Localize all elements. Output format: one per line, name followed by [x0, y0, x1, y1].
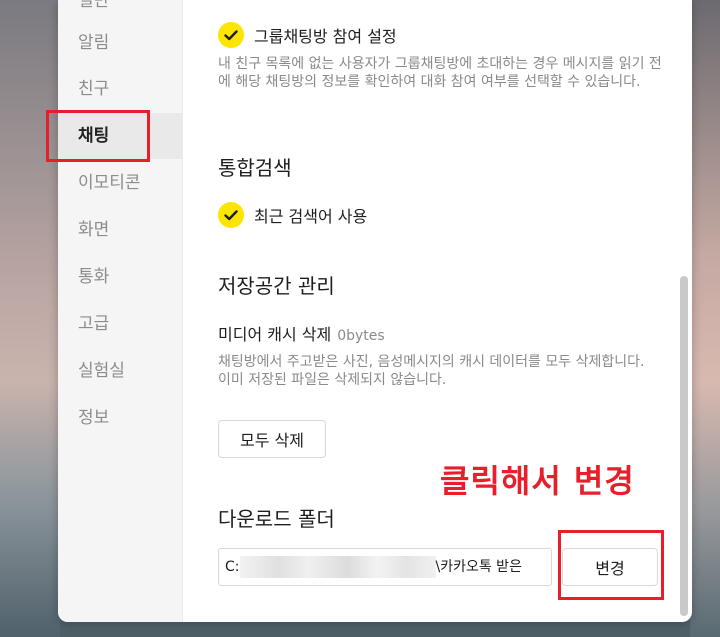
settings-sidebar: 일반 알림 친구 채팅 이모티콘 화면 통화 고급 실험실 정보 [58, 0, 183, 622]
storage-description-line2: 이미 저장된 파일은 삭제되지 않습니다. [218, 372, 447, 388]
path-suffix: \카카오톡 받은 [435, 559, 522, 575]
click-to-change-annotation: 클릭해서 변경 [440, 462, 635, 500]
change-folder-button[interactable]: 변경 [562, 548, 658, 586]
search-section-title: 통합검색 [218, 156, 292, 180]
path-prefix: C: [225, 559, 240, 575]
sidebar-item-about[interactable]: 정보 [58, 395, 182, 441]
media-cache-title: 미디어 캐시 삭제 0bytes [218, 321, 385, 345]
redacted-path [239, 556, 436, 578]
checkmark-icon[interactable] [218, 202, 244, 228]
cache-size: 0bytes [337, 328, 385, 344]
download-path-field[interactable]: C: \카카오톡 받은 [218, 548, 552, 586]
delete-all-button[interactable]: 모두 삭제 [218, 420, 326, 458]
sidebar-item-calls[interactable]: 통화 [58, 254, 182, 300]
storage-section-title: 저장공간 관리 [218, 274, 335, 298]
storage-description-line1: 채팅방에서 주고받은 사진, 음성메시지의 캐시 데이터를 모두 삭제합니다. [218, 354, 645, 370]
media-cache-label: 미디어 캐시 삭제 [218, 325, 332, 344]
desktop-wallpaper-right [690, 0, 720, 637]
settings-content: 그룹채팅방 참여 설정 내 친구 목록에 없는 사용자가 그룹채팅방에 초대하는… [182, 0, 682, 622]
checkmark-icon[interactable] [218, 22, 244, 48]
group-chat-setting-row[interactable]: 그룹채팅방 참여 설정 [218, 22, 397, 48]
sidebar-item-advanced[interactable]: 고급 [58, 301, 182, 347]
sidebar-item-friends[interactable]: 친구 [58, 66, 182, 112]
recent-search-label: 최근 검색어 사용 [254, 207, 368, 226]
settings-window: 일반 알림 친구 채팅 이모티콘 화면 통화 고급 실험실 정보 그룹채팅방 참… [58, 0, 692, 622]
sidebar-item-notifications[interactable]: 알림 [58, 20, 182, 66]
recent-search-row[interactable]: 최근 검색어 사용 [218, 202, 367, 228]
storage-description: 채팅방에서 주고받은 사진, 음성메시지의 캐시 데이터를 모두 삭제합니다. … [218, 353, 666, 389]
group-chat-description: 내 친구 목록에 없는 사용자가 그룹채팅방에 초대하는 경우 메시지를 읽기 … [218, 56, 662, 90]
sidebar-item-display[interactable]: 화면 [58, 207, 182, 253]
desktop-wallpaper-left [0, 0, 60, 637]
group-chat-setting-label: 그룹채팅방 참여 설정 [254, 27, 397, 46]
download-folder-title: 다운로드 폴더 [218, 507, 335, 531]
sidebar-item-chat[interactable]: 채팅 [58, 113, 182, 159]
sidebar-item-emoticons[interactable]: 이모티콘 [58, 160, 182, 206]
content-scrollbar[interactable] [680, 276, 688, 616]
sidebar-item-labs[interactable]: 실험실 [58, 348, 182, 394]
